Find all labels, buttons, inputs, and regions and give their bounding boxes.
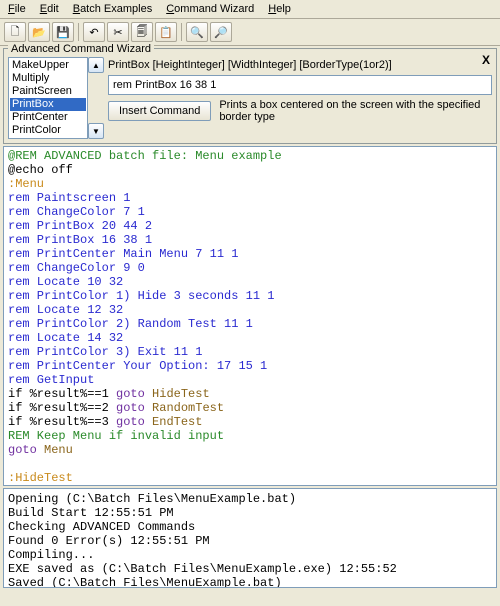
command-list-item[interactable]: PrintBox	[10, 98, 86, 111]
code-line: if %result%==3 goto EndTest	[8, 415, 492, 429]
output-line: Saved (C:\Batch Files\MenuExample.bat)	[8, 576, 492, 588]
code-line: rem PrintBox 20 44 2	[8, 219, 492, 233]
toolbar-separator	[181, 23, 182, 41]
copy-icon[interactable]: 🗐	[131, 22, 153, 42]
code-line: rem PrintColor 1) Hide 3 seconds 11 1	[8, 289, 492, 303]
code-line: rem Locate 14 32	[8, 331, 492, 345]
command-description: Prints a box centered on the screen with…	[219, 99, 492, 123]
code-line: @echo off	[8, 163, 492, 177]
output-line: Found 0 Error(s) 12:55:51 PM	[8, 534, 492, 548]
undo-icon[interactable]: ↶	[83, 22, 105, 42]
menu-command[interactable]: Command Wizard	[166, 3, 254, 15]
cut-icon[interactable]: ✂	[107, 22, 129, 42]
list-down-button[interactable]: ▼	[88, 123, 104, 139]
code-line: :Menu	[8, 177, 492, 191]
save-icon[interactable]: 💾	[52, 22, 74, 42]
command-list-item[interactable]: MakeUpper	[10, 59, 86, 72]
code-line: rem PrintColor 2) Random Test 11 1	[8, 317, 492, 331]
code-line: rem ChangeColor 9 0	[8, 261, 492, 275]
code-line: if %result%==2 goto RandomTest	[8, 401, 492, 415]
code-line: rem HideSelf	[8, 485, 492, 486]
code-line: rem Locate 12 32	[8, 303, 492, 317]
close-icon[interactable]: X	[482, 53, 490, 67]
paste-icon[interactable]: 📋	[155, 22, 177, 42]
menu-edit[interactable]: Edit	[40, 3, 59, 15]
code-line: rem PrintBox 16 38 1	[8, 233, 492, 247]
find-icon[interactable]: 🔍	[186, 22, 208, 42]
code-line: REM Keep Menu if invalid input	[8, 429, 492, 443]
output-line: EXE saved as (C:\Batch Files\MenuExample…	[8, 562, 492, 576]
command-wizard-panel: Advanced Command Wizard X MakeUpperMulti…	[3, 48, 497, 144]
wizard-title: Advanced Command Wizard	[8, 43, 154, 55]
menu-batch[interactable]: Batch Examples	[73, 3, 153, 15]
command-list-item[interactable]: PrintColor	[10, 124, 86, 137]
output-line: Compiling...	[8, 548, 492, 562]
code-line: rem PrintCenter Your Option: 17 15 1	[8, 359, 492, 373]
command-list-item[interactable]: Multiply	[10, 72, 86, 85]
list-up-button[interactable]: ▲	[88, 57, 104, 73]
code-line	[8, 457, 492, 471]
new-icon[interactable]: 🗋	[4, 22, 26, 42]
command-list-item[interactable]: PaintScreen	[10, 85, 86, 98]
code-line: @REM ADVANCED batch file: Menu example	[8, 149, 492, 163]
code-line: if %result%==1 goto HideTest	[8, 387, 492, 401]
toolbar: 🗋 📂 💾 ↶ ✂ 🗐 📋 🔍 🔎	[0, 19, 500, 46]
code-line: rem GetInput	[8, 373, 492, 387]
output-line: Checking ADVANCED Commands	[8, 520, 492, 534]
menubar: File Edit Batch Examples Command Wizard …	[0, 0, 500, 19]
findnext-icon[interactable]: 🔎	[210, 22, 232, 42]
command-list-item[interactable]: PrintCenter	[10, 111, 86, 124]
code-editor[interactable]: @REM ADVANCED batch file: Menu example@e…	[3, 146, 497, 486]
menu-help[interactable]: Help	[268, 3, 291, 15]
insert-command-button[interactable]: Insert Command	[108, 101, 211, 121]
syntax-label: PrintBox [HeightInteger] [WidthInteger] …	[108, 57, 492, 71]
code-line: rem PrintCenter Main Menu 7 11 1	[8, 247, 492, 261]
output-line: Build Start 12:55:51 PM	[8, 506, 492, 520]
toolbar-separator	[78, 23, 79, 41]
command-input[interactable]	[108, 75, 492, 95]
menu-file[interactable]: File	[8, 3, 26, 15]
code-line: :HideTest	[8, 471, 492, 485]
code-line: rem Locate 10 32	[8, 275, 492, 289]
output-line: Opening (C:\Batch Files\MenuExample.bat)	[8, 492, 492, 506]
code-line: goto Menu	[8, 443, 492, 457]
code-line: rem PrintColor 3) Exit 11 1	[8, 345, 492, 359]
code-line: rem Paintscreen 1	[8, 191, 492, 205]
command-list[interactable]: MakeUpperMultiplyPaintScreenPrintBoxPrin…	[8, 57, 88, 139]
build-output: Opening (C:\Batch Files\MenuExample.bat)…	[3, 488, 497, 588]
code-line: rem ChangeColor 7 1	[8, 205, 492, 219]
open-icon[interactable]: 📂	[28, 22, 50, 42]
